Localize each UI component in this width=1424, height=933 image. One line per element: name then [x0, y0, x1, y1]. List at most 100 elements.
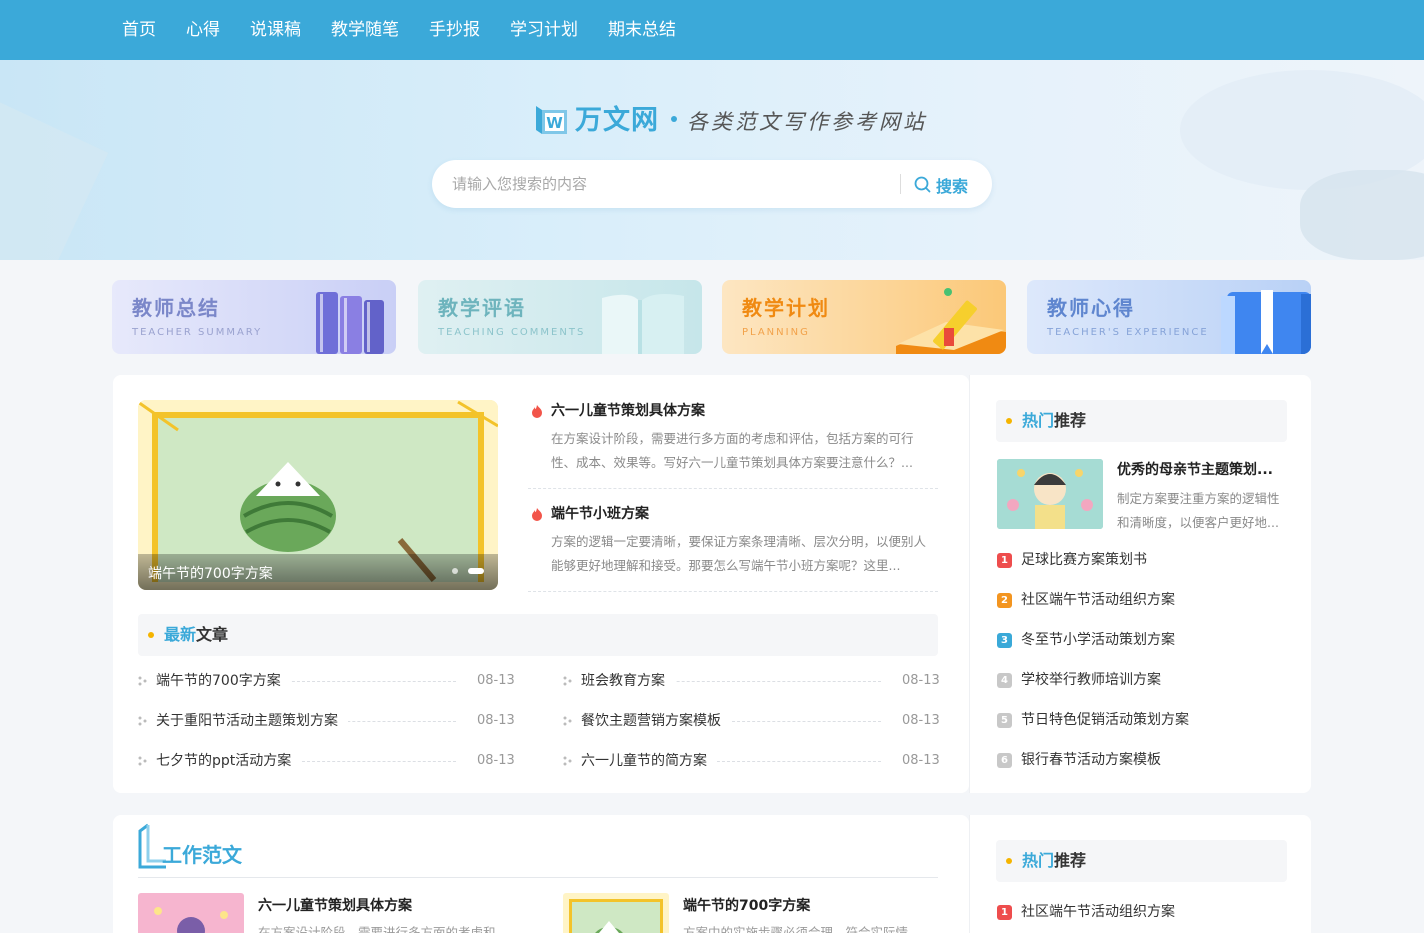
section-title-rest: 文章 [196, 625, 229, 644]
section-title-accent: 热门 [1022, 851, 1055, 870]
work-article-desc: 方案中的实施步骤必须合理，符合实际情 [683, 925, 909, 933]
pencil-book-illustration-icon [896, 288, 1006, 354]
blue-book-illustration-icon [1221, 290, 1311, 354]
hot-feature-image [997, 459, 1103, 529]
bullet-icon [1006, 418, 1012, 424]
section-title-accent: 最新 [164, 625, 197, 644]
article-date: 08-13 [892, 710, 940, 732]
slider-dot-active[interactable] [468, 568, 484, 574]
list-item[interactable]: 餐饮主题营销方案模板 08-13 [563, 710, 940, 732]
bullet-icon [148, 632, 154, 638]
nav-item-jiaoxue-suibi[interactable]: 教学随笔 [331, 18, 399, 42]
site-name: 万文网 [575, 105, 659, 136]
section-title-accent: 热门 [1022, 411, 1055, 430]
ranked-item[interactable]: 2 社区端午节活动组织方案 [997, 589, 1277, 611]
list-item[interactable]: 六一儿童节的简方案 08-13 [563, 750, 940, 772]
hero-decoration [0, 102, 109, 260]
category-title: 教学计划 [742, 296, 830, 320]
category-subtitle: TEACHER SUMMARY [132, 327, 263, 338]
rank-badge: 6 [997, 753, 1012, 768]
books-illustration-icon [316, 292, 384, 354]
rank-badge: 4 [997, 673, 1012, 688]
list-item[interactable]: 端午节的700字方案 08-13 [138, 670, 515, 692]
search-divider [900, 174, 901, 194]
work-article-card[interactable]: 六一儿童节策划具体方案 在方案设计阶段，需要进行多方面的考虑和 [138, 893, 538, 933]
latest-articles-header: 最新 文章 [138, 614, 938, 656]
list-item[interactable]: 班会教育方案 08-13 [563, 670, 940, 692]
article-date: 08-13 [467, 750, 515, 772]
hot-feature-title: 优秀的母亲节主题策划... [1117, 462, 1273, 478]
hot-feature-article[interactable]: 优秀的母亲节主题策划... 制定方案要注重方案的逻辑性和清晰度，以便客户更好地.… [997, 459, 1287, 530]
article-title: 端午节的700字方案 [156, 670, 291, 692]
article-title: 六一儿童节的简方案 [581, 750, 717, 772]
slider-caption: 端午节的700字方案 [138, 554, 498, 590]
work-articles-header: 工作范文 [138, 823, 938, 878]
list-bullet-icon [138, 756, 147, 766]
rank-badge: 5 [997, 713, 1012, 728]
category-subtitle: TEACHING COMMENTS [438, 327, 586, 338]
list-bullet-icon [563, 676, 572, 686]
article-date: 08-13 [892, 750, 940, 772]
featured-article-title: 六一儿童节策划具体方案 [551, 403, 705, 419]
ranked-item[interactable]: 3 冬至节小学活动策划方案 [997, 629, 1277, 651]
nav-item-qimo-zongjie[interactable]: 期末总结 [608, 18, 676, 42]
section-title-rest: 推荐 [1054, 411, 1087, 430]
nav-item-xinde[interactable]: 心得 [186, 18, 220, 42]
category-card-teacher-summary[interactable]: 教师总结 TEACHER SUMMARY [112, 280, 396, 354]
hot-recommend-panel-2: 热门 推荐 1 社区端午节活动组织方案 [969, 815, 1311, 933]
nav-item-xuexi-jihua[interactable]: 学习计划 [510, 18, 578, 42]
list-bullet-icon [138, 716, 147, 726]
nav-item-shouchaobao[interactable]: 手抄报 [429, 18, 480, 42]
work-articles-panel: 工作范文 六一儿童节策划具体方案 在方案设计阶段，需要进行多方面的考虑和 端午节… [113, 815, 969, 933]
list-item[interactable]: 关于重阳节活动主题策划方案 08-13 [138, 710, 515, 732]
bullet-icon [1006, 858, 1012, 864]
featured-slider[interactable]: 端午节的700字方案 [138, 400, 498, 590]
nav-item-shuokegao[interactable]: 说课稿 [250, 18, 301, 42]
category-card-teaching-comments[interactable]: 教学评语 TEACHING COMMENTS [418, 280, 702, 354]
category-title: 教师总结 [132, 296, 220, 320]
category-title: 教师心得 [1047, 296, 1135, 320]
section-title-rest: 推荐 [1054, 851, 1087, 870]
work-article-card[interactable]: 端午节的700字方案 方案中的实施步骤必须合理，符合实际情 [563, 893, 963, 933]
ranked-item[interactable]: 5 节日特色促销活动策划方案 [997, 709, 1277, 731]
featured-article-title: 端午节小班方案 [551, 506, 649, 522]
category-card-teacher-experience[interactable]: 教师心得 TEACHER'S EXPERIENCE [1027, 280, 1311, 354]
ranked-item[interactable]: 1 社区端午节活动组织方案 [997, 901, 1277, 923]
hot-recommend-panel: 热门 推荐 优秀的母亲节主题策划... 制定方案要注重方案的逻辑性和清晰度，以便… [969, 375, 1311, 793]
rank-badge: 3 [997, 633, 1012, 648]
list-item[interactable]: 七夕节的ppt活动方案 08-13 [138, 750, 515, 772]
ranked-item-title: 节日特色促销活动策划方案 [1021, 712, 1189, 728]
article-title: 关于重阳节活动主题策划方案 [156, 710, 348, 732]
hot-recommend-header: 热门 推荐 [996, 400, 1287, 442]
rank-badge: 1 [997, 553, 1012, 568]
slider-dot[interactable] [452, 568, 458, 574]
section-title: 工作范文 [162, 843, 242, 867]
article-date: 08-13 [892, 670, 940, 692]
ranked-item[interactable]: 4 学校举行教师培训方案 [997, 669, 1277, 691]
work-article-thumbnail [563, 893, 669, 933]
hero-decoration [1300, 170, 1424, 260]
category-card-planning[interactable]: 教学计划 PLANNING [722, 280, 1006, 354]
search-button[interactable]: 搜索 [912, 170, 982, 198]
work-article-title: 端午节的700字方案 [683, 898, 811, 914]
divider [528, 591, 938, 592]
slider-caption-text: 端午节的700字方案 [148, 566, 273, 582]
nav-item-home[interactable]: 首页 [122, 18, 156, 42]
rank-badge: 2 [997, 593, 1012, 608]
site-slogan: 各类范文写作参考网站 [687, 110, 927, 134]
rank-badge: 1 [997, 905, 1012, 920]
search-icon [914, 176, 931, 193]
list-bullet-icon [563, 716, 572, 726]
ranked-item[interactable]: 1 足球比赛方案策划书 [997, 549, 1277, 571]
list-bullet-icon [138, 676, 147, 686]
article-date: 08-13 [467, 710, 515, 732]
ranked-item-title: 银行春节活动方案模板 [1021, 752, 1161, 768]
featured-article-desc: 在方案设计阶段，需要进行多方面的考虑和评估，包括方案的可行性、成本、效果等。写好… [551, 431, 914, 470]
top-navigation: 首页 心得 说课稿 教学随笔 手抄报 学习计划 期末总结 [0, 0, 1424, 60]
search-input[interactable] [452, 172, 892, 196]
ranked-item-title: 足球比赛方案策划书 [1021, 552, 1147, 568]
ranked-item-title: 社区端午节活动组织方案 [1021, 592, 1175, 608]
work-article-title: 六一儿童节策划具体方案 [258, 898, 412, 914]
flame-icon [532, 508, 542, 521]
ranked-item[interactable]: 6 银行春节活动方案模板 [997, 749, 1277, 771]
